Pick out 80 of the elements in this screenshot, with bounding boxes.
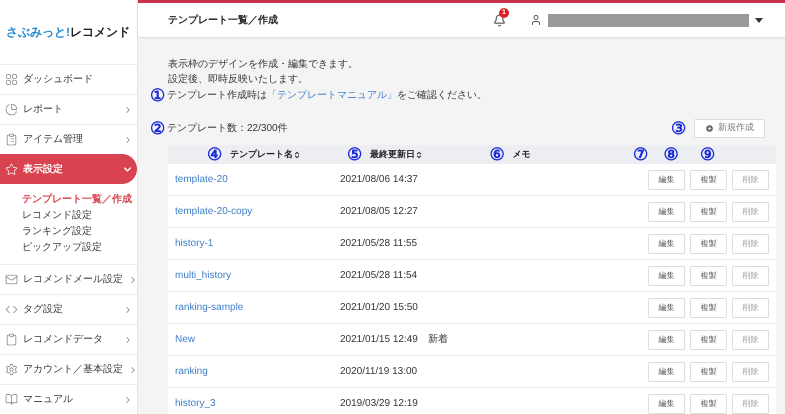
updated-date: 2021/01/15 12:49 xyxy=(340,333,419,347)
annotation-number: ⑨ xyxy=(700,146,715,163)
template-name-link[interactable]: ranking-sample xyxy=(168,300,340,315)
template-name-link[interactable]: template-20 xyxy=(168,172,340,187)
description-text: 表示枠のデザインを作成・編集できます。 xyxy=(167,58,359,72)
sidebar-item[interactable]: タグ設定 xyxy=(0,294,137,324)
updated-date: 2021/01/20 15:50 xyxy=(340,301,419,315)
column-header: メモ xyxy=(512,148,530,161)
clipboard-icon xyxy=(5,133,18,146)
updated-date: 2021/05/28 11:54 xyxy=(340,269,418,283)
annotation-number: ⑤ xyxy=(347,146,362,163)
sidebar-item[interactable]: マニュアル xyxy=(0,384,137,414)
grid-icon xyxy=(5,73,18,86)
annotation-number: ③ xyxy=(671,120,686,136)
annotation-number: ④ xyxy=(207,146,222,163)
updated-date: 2020/11/19 13:00 xyxy=(340,365,418,379)
duplicate-button[interactable]: 複製 xyxy=(690,170,727,190)
logo: さぶみっと!レコメンド xyxy=(6,24,130,41)
duplicate-button[interactable]: 複製 xyxy=(690,330,727,350)
sidebar-item[interactable]: 表示設定 xyxy=(0,154,137,184)
sort-icon[interactable] xyxy=(293,150,301,158)
submenu-item[interactable]: レコメンド設定 xyxy=(22,208,137,224)
bell-icon[interactable] xyxy=(493,14,506,26)
updated-date: 2021/08/05 12:27 xyxy=(340,205,419,219)
updated-date: 2019/03/29 12:19 xyxy=(340,397,419,411)
description-text: 設定後、即時反映いたします。 xyxy=(167,72,309,87)
page-title: テンプレート一覧／作成 xyxy=(168,13,279,28)
new-button[interactable]: 新規作成 xyxy=(694,118,765,138)
template-name-link[interactable]: ranking xyxy=(168,364,340,379)
duplicate-button[interactable]: 複製 xyxy=(690,234,727,254)
annotation-number: ① xyxy=(150,87,165,104)
updated-date: 2021/05/28 11:55 xyxy=(340,237,418,251)
template-name-link[interactable]: history_3 xyxy=(168,396,340,411)
edit-button[interactable]: 編集 xyxy=(648,362,685,382)
edit-button[interactable]: 編集 xyxy=(648,330,685,350)
sidebar-item[interactable]: レポート xyxy=(0,94,137,124)
caret-icon[interactable] xyxy=(755,18,763,22)
pie-chart-icon xyxy=(5,103,18,116)
annotation-number: ⑥ xyxy=(490,146,504,163)
updated-date: 2021/08/06 14:37 xyxy=(340,173,419,187)
duplicate-button[interactable]: 複製 xyxy=(690,202,727,222)
submenu-item[interactable]: テンプレート一覧／作成 xyxy=(22,192,137,208)
submenu-item[interactable]: ランキング設定 xyxy=(22,224,137,240)
sidebar-item[interactable]: ダッシュボード xyxy=(0,64,137,94)
column-header[interactable]: 最終更新日 xyxy=(370,148,423,162)
mail-icon xyxy=(5,273,18,286)
edit-button[interactable]: 編集 xyxy=(648,266,685,286)
column-header[interactable]: テンプレート名 xyxy=(230,148,301,162)
edit-button[interactable]: 編集 xyxy=(648,202,685,222)
duplicate-button[interactable]: 複製 xyxy=(690,362,727,382)
submenu-item[interactable]: ピックアップ設定 xyxy=(22,240,137,256)
annotation-number: ⑧ xyxy=(664,146,678,163)
sort-icon[interactable] xyxy=(415,150,423,158)
sidebar-item[interactable]: レコメンドメール設定 xyxy=(0,264,137,294)
template-name-link[interactable]: template-20-copy xyxy=(168,204,340,219)
code-icon xyxy=(5,303,18,316)
annotation-number: ⑦ xyxy=(633,146,648,163)
sidebar-item[interactable]: レコメンドデータ xyxy=(0,324,137,354)
manual-link[interactable]: 「テンプレートマニュアル」 xyxy=(267,90,397,101)
duplicate-button[interactable]: 複製 xyxy=(690,394,727,414)
duplicate-button[interactable]: 複製 xyxy=(690,298,727,318)
edit-button[interactable]: 編集 xyxy=(648,170,685,190)
user-icon xyxy=(530,14,542,26)
gear-icon xyxy=(5,363,18,376)
template-count: テンプレート数：22/300件 xyxy=(167,122,289,136)
edit-button[interactable]: 編集 xyxy=(648,298,685,318)
template-name-link[interactable]: multi_history xyxy=(168,268,340,283)
clipboard-icon xyxy=(5,333,18,346)
edit-button[interactable]: 編集 xyxy=(648,234,685,254)
duplicate-button[interactable]: 複製 xyxy=(690,266,727,286)
edit-button[interactable]: 編集 xyxy=(648,394,685,414)
memo-text: 新着 xyxy=(428,334,448,345)
annotation-number: ② xyxy=(150,120,165,136)
description-text: テンプレート作成時は「テンプレートマニュアル」をご確認ください。 xyxy=(167,88,487,103)
star-icon xyxy=(5,162,18,176)
sidebar-item[interactable]: アカウント／基本設定 xyxy=(0,354,137,384)
template-name-link[interactable]: New xyxy=(168,332,340,347)
book-icon xyxy=(5,393,18,406)
plus-icon xyxy=(705,124,714,132)
template-name-link[interactable]: history-1 xyxy=(168,236,340,251)
